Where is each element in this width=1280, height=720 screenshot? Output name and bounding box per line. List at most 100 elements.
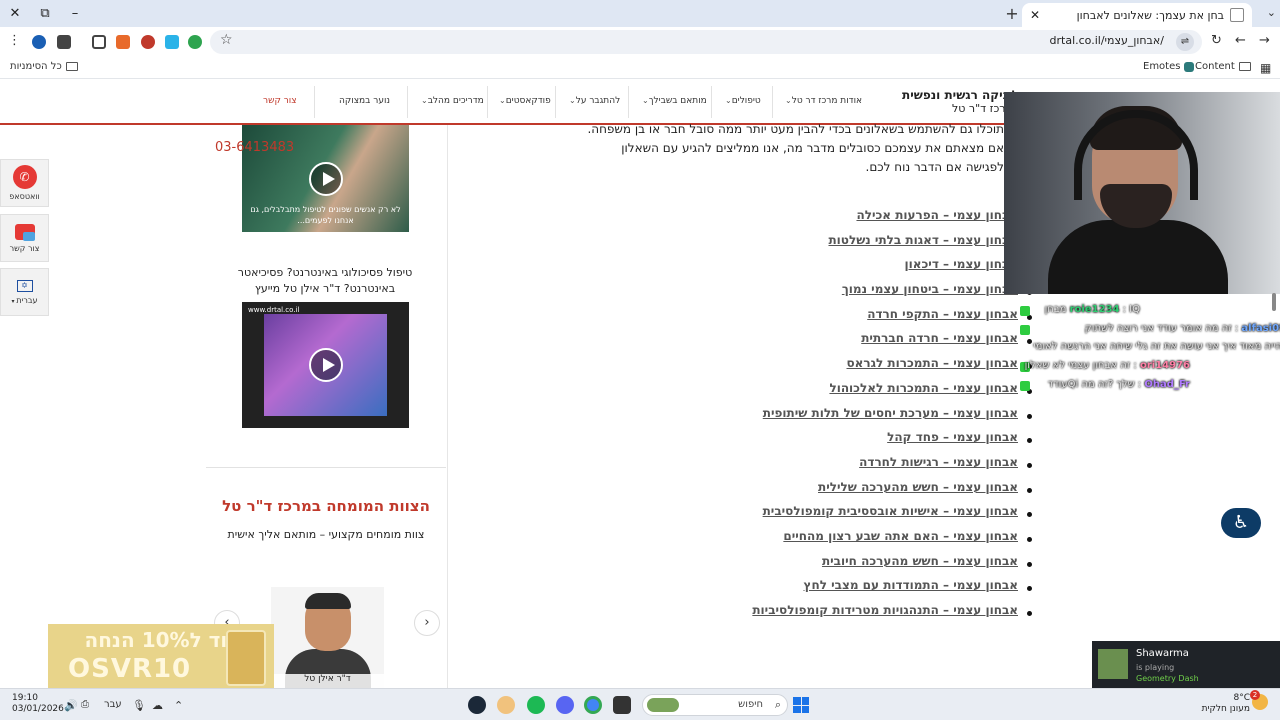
video-watermark: www.drtal.co.il [248,306,300,314]
contact-side-button[interactable]: צור קשר [0,214,49,262]
test-link[interactable]: אבחון עצמי – חרדה חברתית [861,331,1018,345]
test-link[interactable]: אבחון עצמי – חשש מהערכה שלילית [818,480,1018,494]
taskbar-clock[interactable]: 19:10 03/01/2026 [12,693,64,715]
maximize-window-icon[interactable]: ⧉ [30,0,60,27]
phone-number[interactable]: 03-6413483 [215,140,294,155]
list-item: אבחון עצמי – הפרעות אכילה [600,208,1032,233]
test-link[interactable]: אבחון עצמי – התמודדות עם מצבי לחץ [804,578,1018,592]
test-link[interactable]: אבחון עצמי – מערכת יחסים של תלות שיתופית [763,406,1018,420]
media-controls-icon[interactable] [57,35,71,49]
tab-search-icon[interactable]: ⌄ [1267,6,1276,19]
address-bar[interactable]: ☆ drtal.co.il/אבחון_עצמי/ ⇌ [210,30,1202,54]
list-item: אבחון עצמי – דיכאון [600,257,1032,282]
column-divider [447,125,448,688]
test-link[interactable]: אבחון עצמי – דיכאון [905,257,1018,271]
back-icon[interactable]: → [1259,33,1270,48]
test-link[interactable]: אבחון עצמי – התנהגויות מטרידות קומפולסיב… [752,603,1018,617]
minimize-window-icon[interactable]: – [60,0,90,27]
extension-blue-icon[interactable] [165,35,179,49]
address-url[interactable]: drtal.co.il/אבחון_עצמי/ [1050,34,1164,47]
close-window-icon[interactable]: ✕ [0,0,30,27]
notification-name: Shawarma [1136,648,1189,659]
spotify-icon[interactable] [527,696,545,714]
windows-start-icon[interactable] [793,697,809,713]
clock-time: 19:10 [12,693,38,703]
chat-message: Ohad_Fr : שלך ?זה מה Qiעודד [1047,379,1190,390]
list-item: אבחון עצמי – התמכרות לגראס [600,356,1032,381]
bookmarks-grid-icon[interactable]: ▦ [1260,61,1271,75]
test-link[interactable]: אבחון עצמי – הפרעות אכילה [856,208,1018,222]
nav-item-podcasts[interactable]: ⌄פודקאסטים [496,96,551,106]
terminal-icon[interactable] [613,696,631,714]
nav-item-youth[interactable]: נוער במצוקה [339,96,390,106]
extension-orange-icon[interactable] [116,35,130,49]
test-link[interactable]: אבחון עצמי – התמכרות לגראס [847,356,1019,370]
page-scrollbar[interactable] [1272,293,1276,311]
whatsapp-button[interactable]: ✆ וואטסאפ [0,159,49,207]
chevron-down-icon: ⌄ [569,96,576,105]
carousel-next-icon[interactable]: › [414,610,440,636]
test-link[interactable]: אבחון עצמי – חשש מהערכה חיובית [822,554,1018,568]
browser-tab[interactable]: בחן את עצמך: שאלונים לאבחון ✕ [1022,3,1252,27]
extension-red-icon[interactable] [141,35,155,49]
weather-widget[interactable]: 8°C מעונן חלקית [1200,693,1250,715]
app-icon[interactable] [497,696,515,714]
cloud-off-icon[interactable]: ☁ [152,699,163,712]
site-info-icon[interactable]: ⇌ [1176,33,1194,51]
nav-item-guides[interactable]: ⌄מדריכים מהלב [418,96,484,106]
bookmark-emotes[interactable]: Emotes [1143,61,1195,72]
extensions-icon[interactable] [92,35,106,49]
input-language[interactable]: עבר [104,699,122,710]
test-link[interactable]: אבחון עצמי – דאגות בלתי נשלטות [828,233,1018,247]
nav-item-contact[interactable]: צור קשר [263,96,297,106]
tab-close-icon[interactable]: ✕ [1030,8,1040,22]
list-item: אבחון עצמי – התנהגויות מטרידות קומפולסיב… [600,603,1032,628]
nav-item-tailored[interactable]: ⌄מותאם בשבילך [639,96,707,106]
steam-icon[interactable] [468,696,486,714]
promo-discount-text: קוד ל10% הנחה [84,628,242,652]
chrome-icon[interactable] [584,696,602,714]
nav-item-overcome[interactable]: ⌄להתגבר על [566,96,620,106]
activity-notification: Shawarma is playing Geometry Dash [1092,641,1280,688]
microphone-icon[interactable]: 🎙 [132,699,146,712]
profile-avatar-icon[interactable] [32,35,46,49]
play-icon[interactable] [308,161,343,196]
language-button[interactable]: ✡ ▾ עברית [0,268,49,316]
chevron-down-icon: ⌄ [785,96,792,105]
menu-kebab-icon[interactable]: ⋮ [8,33,21,48]
list-item: אבחון עצמי – ביטחון עצמי נמוך [600,282,1032,307]
taskbar-search[interactable]: ⌕ חיפוש [642,694,788,716]
video-title[interactable]: טיפול פסיכולוגי באינטרנט? פסיכיאטר באינט… [222,265,428,297]
nav-item-about[interactable]: ⌄אודות מרכז דר טל [782,96,862,106]
test-link[interactable]: אבחון עצמי – רגישות לחרדה [859,455,1018,469]
new-tab-button[interactable]: + [1000,4,1024,24]
weather-temp: 8°C [1233,693,1250,703]
all-bookmarks-folder[interactable]: כל הסימניות [10,61,78,72]
test-link[interactable]: אבחון עצמי – האם אתה שבע רצון מהחיים [783,529,1018,543]
video-player-2[interactable]: www.drtal.co.il [242,302,409,428]
discord-icon[interactable] [556,696,574,714]
speaker-icon[interactable]: 🔊 [64,699,78,712]
nav-divider [407,86,408,118]
forward-icon[interactable]: ← [1235,33,1246,48]
doctor-card[interactable]: ד"ר אילן טל [271,587,384,688]
nav-divider [628,86,629,118]
test-link[interactable]: אבחון עצמי – פחד קהל [887,430,1018,444]
play-icon[interactable] [308,348,343,382]
nav-divider [487,86,488,118]
chevron-up-icon[interactable]: ⌃ [174,699,183,712]
test-link[interactable]: אבחון עצמי – אישיות אובססיבית קומפולסיבי… [763,504,1018,518]
extension-green-icon[interactable] [188,35,202,49]
test-link[interactable]: אבחון עצמי – ביטחון עצמי נמוך [842,282,1018,296]
test-link[interactable]: אבחון עצמי – התמכרות לאלכוהול [829,381,1018,395]
bookmark-content[interactable]: Content [1195,61,1251,72]
reload-icon[interactable]: ↻ [1211,33,1222,48]
accessibility-icon[interactable]: ♿ [1221,508,1261,538]
test-link[interactable]: אבחון עצמי – התקפי חרדה [867,307,1018,321]
bookmark-star-icon[interactable]: ☆ [220,32,233,48]
promo-code: OSVR10 [68,654,192,684]
nav-item-treatments[interactable]: ⌄טיפולים [722,96,761,106]
nav-label: פודקאסטים [505,96,551,106]
network-icon[interactable]: ⎙ [81,699,89,710]
streamer-body [1048,220,1228,294]
